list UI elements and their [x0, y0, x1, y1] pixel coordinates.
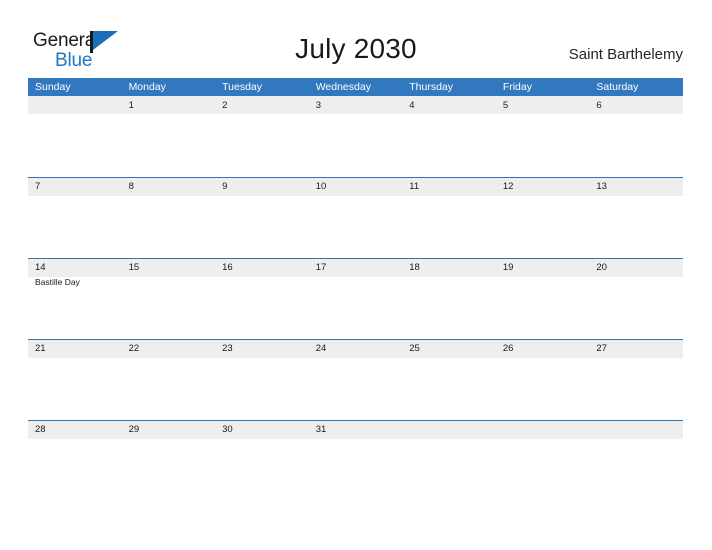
day-number: 26: [502, 343, 514, 354]
day-number: 29: [128, 424, 140, 435]
day-number: 8: [128, 181, 134, 192]
day-cell[interactable]: 12: [496, 177, 590, 258]
weekday-header-friday: Friday: [502, 81, 532, 93]
day-number: 24: [315, 343, 327, 354]
day-number: 25: [409, 343, 420, 354]
day-cell[interactable]: [28, 96, 122, 177]
day-cell[interactable]: 27: [589, 339, 683, 420]
day-number: 11: [409, 181, 420, 192]
day-number: 12: [502, 181, 514, 192]
day-cell[interactable]: 10: [309, 177, 403, 258]
day-cell[interactable]: 15: [122, 258, 216, 339]
day-cell[interactable]: 5: [496, 96, 590, 177]
day-number: 22: [128, 343, 140, 354]
weekday-header-saturday: Saturday: [596, 81, 639, 93]
day-number: 21: [35, 343, 46, 354]
page-header: General Blue July 2030 Saint Barthelemy: [0, 0, 712, 78]
day-number: 15: [128, 262, 140, 273]
day-number: 27: [596, 343, 607, 354]
day-number: 17: [315, 262, 327, 273]
day-cell[interactable]: 1: [122, 96, 216, 177]
day-cell[interactable]: 22: [122, 339, 216, 420]
day-cell[interactable]: 9: [215, 177, 309, 258]
week-row: 21 22 23 24 25 26 27: [28, 339, 683, 420]
day-cell[interactable]: 19: [496, 258, 590, 339]
calendar-page: General Blue July 2030 Saint Barthelemy …: [0, 0, 712, 550]
day-number: 7: [35, 181, 41, 192]
day-number: 18: [409, 262, 420, 273]
day-cell[interactable]: 16: [215, 258, 309, 339]
day-cell[interactable]: 30: [215, 420, 309, 501]
calendar-grid: Sunday Monday Tuesday Wednesday Thursday…: [28, 78, 683, 450]
week-row: 7 8 9 10 11 12 13: [28, 177, 683, 258]
day-cell[interactable]: 18: [402, 258, 496, 339]
day-cell[interactable]: 31: [309, 420, 403, 501]
day-number: 1: [128, 100, 134, 111]
day-cell[interactable]: 17: [309, 258, 403, 339]
day-number: 4: [409, 100, 415, 111]
day-number: 16: [222, 262, 233, 273]
weekday-header-thursday: Thursday: [409, 81, 454, 93]
day-cell[interactable]: 4: [402, 96, 496, 177]
day-number: 23: [222, 343, 233, 354]
day-number: 19: [502, 262, 514, 273]
day-number: 28: [35, 424, 46, 435]
day-number: 14: [35, 262, 46, 273]
weekday-header-row: Sunday Monday Tuesday Wednesday Thursday…: [28, 78, 683, 96]
day-cell[interactable]: 3: [309, 96, 403, 177]
day-cell[interactable]: 6: [589, 96, 683, 177]
day-number: 13: [596, 181, 607, 192]
day-cell[interactable]: 14 Bastille Day: [28, 258, 122, 339]
weekday-header-tuesday: Tuesday: [222, 81, 263, 93]
day-cell[interactable]: 26: [496, 339, 590, 420]
day-cell[interactable]: 24: [309, 339, 403, 420]
day-cell[interactable]: [589, 420, 683, 501]
day-number: 10: [315, 181, 327, 192]
day-cell[interactable]: 23: [215, 339, 309, 420]
weekday-header-sunday: Sunday: [35, 81, 71, 93]
day-number: 6: [596, 100, 602, 111]
day-cell[interactable]: [496, 420, 590, 501]
day-number: 20: [596, 262, 607, 273]
day-cell[interactable]: 29: [122, 420, 216, 501]
day-cell[interactable]: 7: [28, 177, 122, 258]
week-row: 1 2 3 4 5 6: [28, 96, 683, 177]
week-row: 14 Bastille Day 15 16 17 18 19 20: [28, 258, 683, 339]
location-label: Saint Barthelemy: [568, 46, 683, 63]
day-number: 30: [222, 424, 233, 435]
day-number: 31: [315, 424, 327, 435]
day-event-label: Bastille Day: [35, 277, 80, 287]
day-cell[interactable]: 21: [28, 339, 122, 420]
week-row: 28 29 30 31: [28, 420, 683, 450]
day-cell[interactable]: 2: [215, 96, 309, 177]
day-number: 3: [315, 100, 321, 111]
day-cell[interactable]: 11: [402, 177, 496, 258]
weekday-header-wednesday: Wednesday: [315, 81, 371, 93]
day-cell[interactable]: 20: [589, 258, 683, 339]
day-cell[interactable]: 13: [589, 177, 683, 258]
weekday-header-monday: Monday: [128, 81, 166, 93]
day-cell[interactable]: 8: [122, 177, 216, 258]
day-number: 5: [502, 100, 509, 111]
day-cell[interactable]: [402, 420, 496, 501]
day-number: 2: [222, 100, 228, 111]
day-number: 9: [222, 181, 228, 192]
day-cell[interactable]: 28: [28, 420, 122, 501]
day-cell[interactable]: 25: [402, 339, 496, 420]
